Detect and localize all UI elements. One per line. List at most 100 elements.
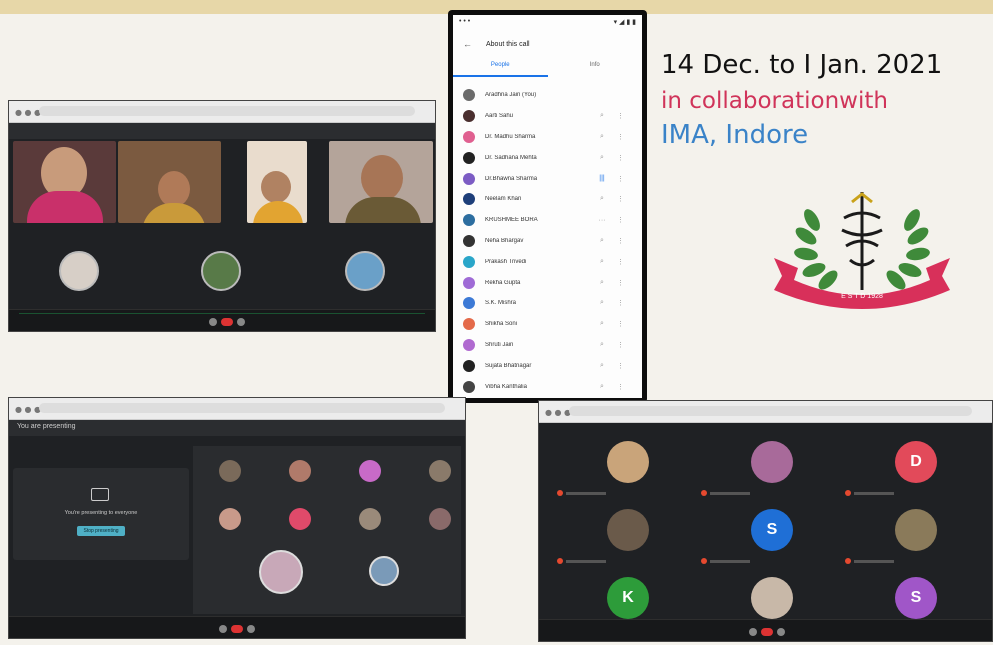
mic-button[interactable] bbox=[749, 628, 757, 636]
presenting-panel: You're presenting to everyone Stop prese… bbox=[13, 468, 189, 560]
options-icon[interactable]: ⋮ bbox=[617, 258, 624, 266]
mic-off-icon bbox=[845, 490, 851, 496]
participant-name: Prakash Trivedi bbox=[485, 258, 527, 265]
back-arrow-icon[interactable]: ← bbox=[463, 39, 472, 49]
video-tile[interactable] bbox=[118, 141, 221, 223]
video-tile[interactable] bbox=[247, 141, 307, 223]
participant-avatar[interactable] bbox=[607, 441, 649, 483]
participant-tag bbox=[701, 557, 750, 565]
video-tile[interactable] bbox=[329, 141, 433, 223]
mic-off-icon[interactable]: ⌕ bbox=[595, 279, 609, 287]
options-icon[interactable]: ⋮ bbox=[617, 299, 624, 307]
participant-name-bar bbox=[566, 491, 606, 495]
more-dots-icon[interactable]: ··· bbox=[595, 217, 609, 224]
options-icon[interactable]: ⋮ bbox=[617, 362, 624, 370]
stop-presenting-button[interactable]: Stop presenting bbox=[77, 526, 125, 536]
participant-row[interactable]: Sujata Bhatnagar ⌕ ⋮ bbox=[453, 355, 642, 376]
participant-avatar[interactable] bbox=[259, 550, 303, 594]
participant-avatar[interactable] bbox=[219, 508, 241, 530]
participant-avatar[interactable] bbox=[219, 460, 241, 482]
video-tile[interactable] bbox=[13, 141, 116, 223]
participant-row[interactable]: Rekha Gupta ⌕ ⋮ bbox=[453, 272, 642, 293]
participant-name: S.K. Mishra bbox=[485, 300, 517, 307]
participant-avatar[interactable] bbox=[607, 509, 649, 551]
participant-body bbox=[345, 197, 421, 223]
options-icon[interactable]: ⋮ bbox=[617, 133, 624, 141]
participant-avatar[interactable] bbox=[429, 508, 451, 530]
participant-row[interactable]: KRUSHMEE BORA ··· ⋮ bbox=[453, 210, 642, 231]
options-icon[interactable]: ⋮ bbox=[617, 383, 624, 391]
participant-row[interactable]: Shikha Soni ⌕ ⋮ bbox=[453, 314, 642, 335]
tab-info[interactable]: Info bbox=[548, 59, 643, 77]
end-call-button[interactable] bbox=[761, 628, 773, 636]
mic-off-icon[interactable]: ⌕ bbox=[595, 112, 609, 120]
address-bar[interactable] bbox=[39, 403, 445, 413]
window-controls-icon[interactable]: ● ● ● bbox=[545, 408, 571, 417]
camera-button[interactable] bbox=[237, 318, 245, 326]
participant-avatar[interactable] bbox=[289, 508, 311, 530]
participant-row[interactable]: S.K. Mishra ⌕ ⋮ bbox=[453, 293, 642, 314]
participant-avatar[interactable] bbox=[359, 508, 381, 530]
participant-avatar[interactable]: S bbox=[751, 509, 793, 551]
options-icon[interactable]: ⋮ bbox=[617, 154, 624, 162]
participant-row[interactable]: Shruti Jain ⌕ ⋮ bbox=[453, 335, 642, 356]
options-icon[interactable]: ⋮ bbox=[617, 112, 624, 120]
participant-row[interactable]: Dr.Bhawna Sharma ||| ⋮ bbox=[453, 168, 642, 189]
participant-avatar[interactable] bbox=[359, 460, 381, 482]
tab-people[interactable]: People bbox=[453, 59, 548, 77]
logo-year: E S T D 1928 bbox=[841, 293, 883, 300]
participant-row[interactable]: Neelam Khan ⌕ ⋮ bbox=[453, 189, 642, 210]
mic-off-icon[interactable]: ⌕ bbox=[595, 299, 609, 307]
mic-off-icon[interactable]: ⌕ bbox=[595, 383, 609, 391]
participant-row[interactable]: Dr. Sadhana Mehta ⌕ ⋮ bbox=[453, 147, 642, 168]
participant-avatar bbox=[463, 276, 475, 289]
participant-row[interactable]: Aradhna Jain (You) bbox=[453, 85, 642, 106]
participant-avatar[interactable]: S bbox=[895, 577, 937, 619]
camera-button[interactable] bbox=[247, 625, 255, 633]
options-icon[interactable]: ⋮ bbox=[617, 320, 624, 328]
mic-off-icon[interactable]: ⌕ bbox=[595, 133, 609, 141]
window-controls-icon[interactable]: ● ● ● bbox=[15, 405, 41, 414]
participant-row[interactable]: Vibha Kanthalia ⌕ ⋮ bbox=[453, 376, 642, 397]
mic-button[interactable] bbox=[219, 625, 227, 633]
participant-avatar[interactable] bbox=[751, 577, 793, 619]
mic-button[interactable] bbox=[209, 318, 217, 326]
end-call-button[interactable] bbox=[231, 625, 243, 633]
participant-avatar[interactable]: D bbox=[895, 441, 937, 483]
participant-avatar[interactable] bbox=[895, 509, 937, 551]
address-bar[interactable] bbox=[569, 406, 972, 416]
participant-avatar[interactable] bbox=[201, 251, 241, 291]
mic-off-icon[interactable]: ⌕ bbox=[595, 258, 609, 266]
call-header: ← About this call bbox=[463, 39, 636, 49]
address-bar[interactable] bbox=[39, 106, 415, 116]
mic-off-icon[interactable]: ⌕ bbox=[595, 341, 609, 349]
end-call-button[interactable] bbox=[221, 318, 233, 326]
mic-off-icon[interactable]: ⌕ bbox=[595, 195, 609, 203]
speaking-icon[interactable]: ||| bbox=[595, 175, 609, 182]
options-icon[interactable]: ⋮ bbox=[617, 216, 624, 224]
participant-avatar[interactable] bbox=[369, 556, 399, 586]
options-icon[interactable]: ⋮ bbox=[617, 175, 624, 183]
participant-avatar[interactable] bbox=[429, 460, 451, 482]
options-icon[interactable]: ⋮ bbox=[617, 341, 624, 349]
participant-row[interactable]: Neha Bhargav ⌕ ⋮ bbox=[453, 231, 642, 252]
participant-avatar[interactable] bbox=[751, 441, 793, 483]
participant-row[interactable]: Prakash Trivedi ⌕ ⋮ bbox=[453, 251, 642, 272]
participant-avatar[interactable] bbox=[289, 460, 311, 482]
options-icon[interactable]: ⋮ bbox=[617, 195, 624, 203]
window-controls-icon[interactable]: ● ● ● bbox=[15, 108, 41, 117]
participant-name: Neelam Khan bbox=[485, 196, 522, 203]
options-icon[interactable]: ⋮ bbox=[617, 279, 624, 287]
options-icon[interactable]: ⋮ bbox=[617, 237, 624, 245]
mic-off-icon[interactable]: ⌕ bbox=[595, 362, 609, 370]
participant-avatar[interactable] bbox=[345, 251, 385, 291]
page-title: About this call bbox=[486, 40, 530, 48]
participant-avatar[interactable]: K bbox=[607, 577, 649, 619]
camera-button[interactable] bbox=[777, 628, 785, 636]
participant-avatar[interactable] bbox=[59, 251, 99, 291]
participant-row[interactable]: Aarti Sahu ⌕ ⋮ bbox=[453, 106, 642, 127]
participant-row[interactable]: Dr. Madhu Sharma ⌕ ⋮ bbox=[453, 127, 642, 148]
mic-off-icon[interactable]: ⌕ bbox=[595, 237, 609, 245]
mic-off-icon[interactable]: ⌕ bbox=[595, 154, 609, 162]
mic-off-icon[interactable]: ⌕ bbox=[595, 320, 609, 328]
